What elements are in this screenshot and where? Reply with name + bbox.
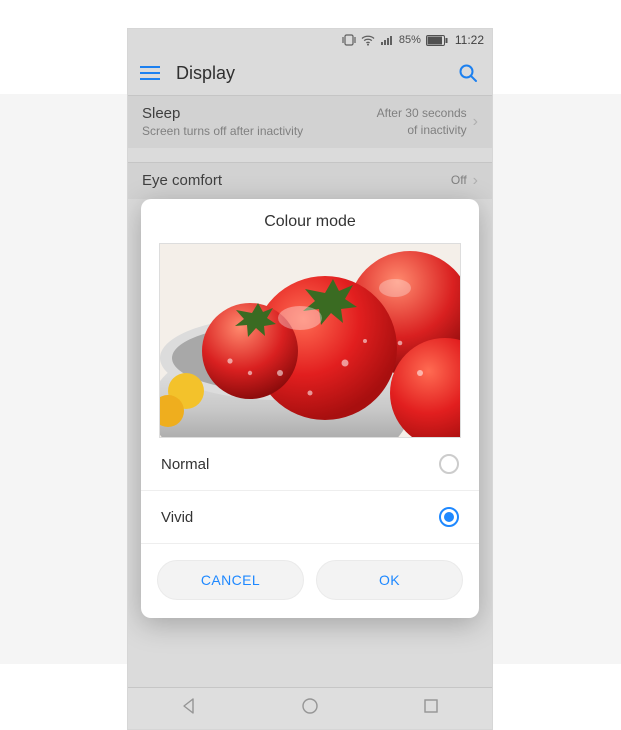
radio-selected-icon — [439, 507, 459, 527]
option-normal-label: Normal — [161, 456, 209, 473]
cancel-button[interactable]: CANCEL — [157, 560, 304, 600]
option-normal[interactable]: Normal — [141, 438, 479, 491]
option-vivid[interactable]: Vivid — [141, 491, 479, 544]
dialog-actions: CANCEL OK — [141, 544, 479, 604]
preview-image — [159, 243, 461, 438]
ok-button[interactable]: OK — [316, 560, 463, 600]
option-vivid-label: Vivid — [161, 509, 193, 526]
colour-mode-dialog: Colour mode — [141, 199, 479, 618]
phone-frame: 85% 11:22 Display Sleep Screen turns off… — [127, 28, 493, 730]
tomatoes-illustration — [160, 244, 460, 437]
dialog-title: Colour mode — [141, 199, 479, 243]
radio-unselected-icon — [439, 454, 459, 474]
